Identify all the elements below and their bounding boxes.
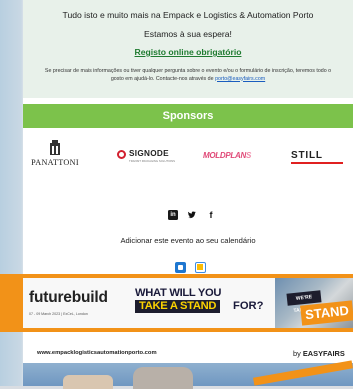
signode-wordmark: SIGNODE xyxy=(129,149,169,158)
futurebuild-banner[interactable]: futurebuild 07 - 09 March 2023 | ExCeL, … xyxy=(23,278,353,328)
footer-brand: EASYFAIRS xyxy=(302,349,345,358)
still-wordmark: STILL xyxy=(291,150,323,161)
still-logo[interactable]: STILL xyxy=(291,150,343,164)
moldplans-wordmark: MOLDPLAN xyxy=(203,151,246,160)
intro-subline: Estamos à sua espera! xyxy=(144,29,232,39)
banner-sign-big: STAND xyxy=(300,300,353,326)
banner-date: 07 - 09 March 2023 | ExCeL, London xyxy=(29,312,88,316)
calendar-links xyxy=(175,262,215,274)
banner-pointer xyxy=(0,304,13,306)
twitter-icon[interactable] xyxy=(187,210,197,220)
social-links: in f xyxy=(168,210,218,222)
banner-headline: WHAT WILL YOU xyxy=(135,287,222,299)
banner-headline-end: FOR? xyxy=(233,300,264,312)
banner-highlight: TAKE A STAND xyxy=(135,300,221,313)
add-to-calendar-text: Adicionar este evento ao seu calendário xyxy=(120,236,256,245)
panattoni-mark-icon xyxy=(48,140,62,156)
google-calendar-icon[interactable] xyxy=(195,262,206,273)
signode-tagline: TRANSIT PACKAGING SOLUTIONS xyxy=(129,159,176,163)
moldplans-suffix: S xyxy=(245,151,251,160)
panattoni-logo[interactable]: PANATTONI xyxy=(29,140,81,167)
banner-brand: futurebuild xyxy=(29,289,108,306)
footer-image-shape xyxy=(63,375,113,389)
outlook-icon[interactable] xyxy=(175,262,186,273)
facebook-icon[interactable]: f xyxy=(206,210,216,220)
still-underline xyxy=(291,162,343,164)
banner-photo: WE'RE TAKING A STAND xyxy=(275,278,353,328)
footer-by: by EASYFAIRS xyxy=(293,349,345,358)
intro-section: Tudo isto e muito mais na Empack e Logis… xyxy=(23,0,353,98)
footer-by-prefix: by xyxy=(293,349,301,358)
register-link[interactable]: Registo online obrigatório xyxy=(23,47,353,57)
linkedin-icon[interactable]: in xyxy=(168,210,178,220)
contact-text-body: Se precisar de mais informações ou tiver… xyxy=(44,68,332,82)
sponsors-heading: Sponsors xyxy=(23,104,353,128)
contact-text: Se precisar de mais informações ou tiver… xyxy=(23,68,353,83)
footer-image xyxy=(23,360,353,389)
email-body: Tudo isto e muito mais na Empack e Logis… xyxy=(0,0,353,389)
moldplans-logo[interactable]: MOLDPLANS xyxy=(203,151,251,160)
footer-image-ribbon xyxy=(253,360,353,386)
footer-url[interactable]: www.empacklogisticsautomationporto.com xyxy=(37,350,157,356)
signode-ring-icon xyxy=(117,150,126,159)
panattoni-wordmark: PANATTONI xyxy=(31,158,79,167)
sponsor-logos: PANATTONI SIGNODE TRANSIT PACKAGING SOLU… xyxy=(23,140,353,180)
intro-line: Tudo isto e muito mais na Empack e Logis… xyxy=(62,10,314,20)
contact-email-link[interactable]: porto@easyfairs.com xyxy=(215,76,265,82)
